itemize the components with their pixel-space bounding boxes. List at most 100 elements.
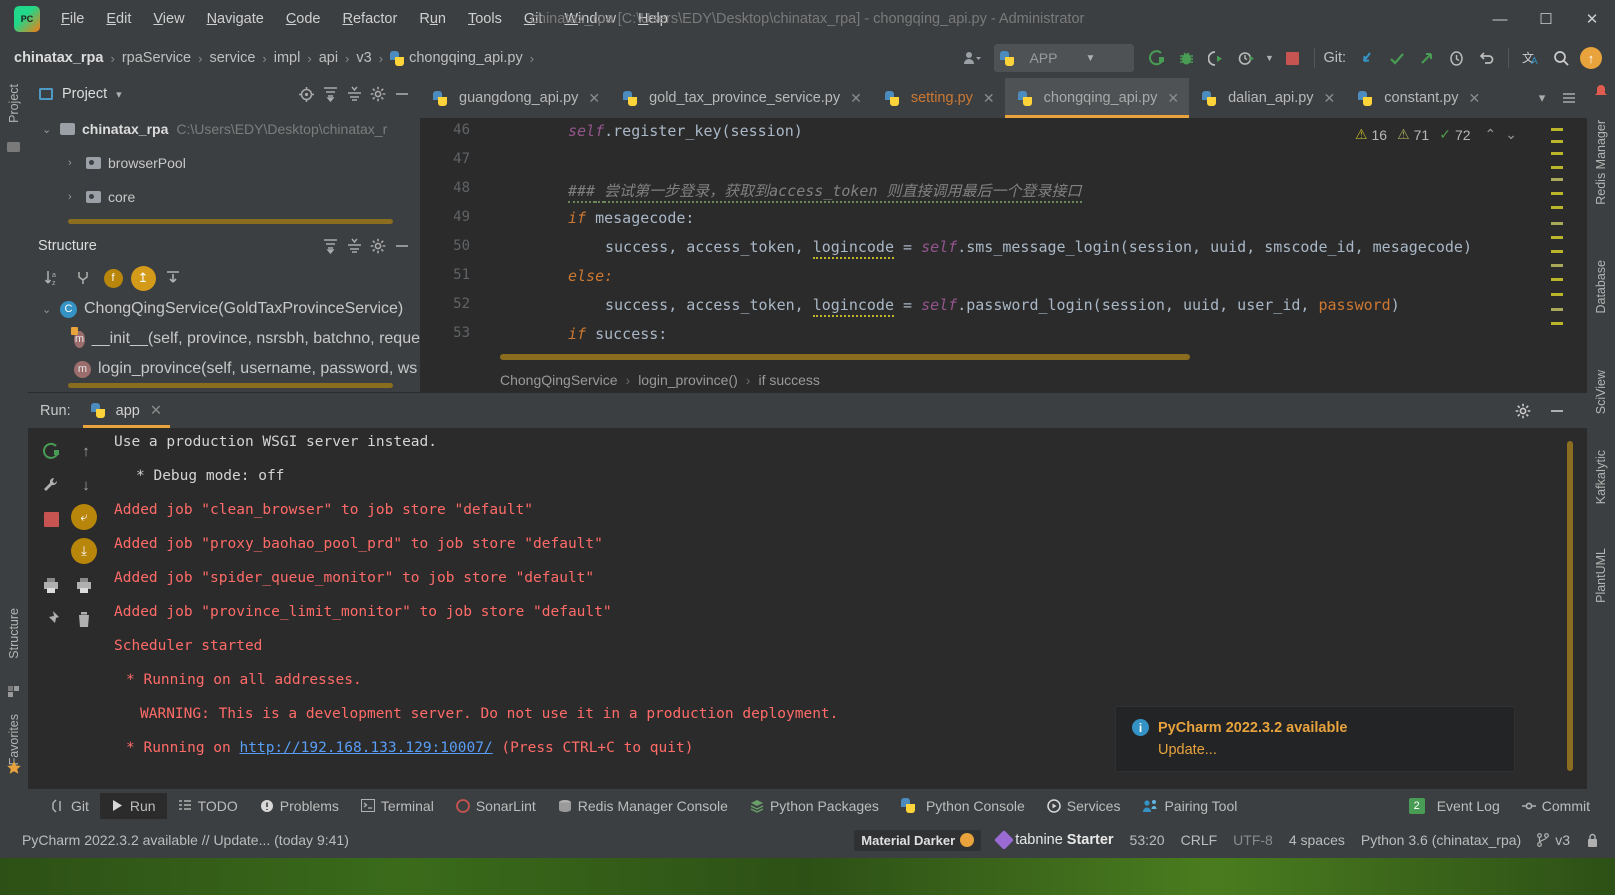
trash-icon[interactable] [71, 606, 97, 632]
user-profile-icon[interactable] [958, 44, 986, 72]
rollback-icon[interactable] [1472, 44, 1500, 72]
stripe-item-kafkalytic[interactable]: KafkaIytic [1594, 450, 1608, 504]
console-vertical-scrollbar[interactable] [1567, 441, 1573, 771]
stripe-item-structure[interactable]: Structure [7, 608, 21, 659]
collapse-all-icon[interactable] [342, 82, 366, 106]
editor-scrollbar-marks[interactable] [1549, 118, 1563, 393]
show-inherited-icon[interactable] [70, 266, 96, 290]
tool-window-services[interactable]: Services [1036, 793, 1132, 819]
up-arrow-icon[interactable]: ↑ [73, 438, 99, 464]
breadcrumb-item-0[interactable]: chinatax_rpa [14, 50, 103, 66]
run-with-coverage-icon[interactable] [1202, 44, 1230, 72]
editor-tab-chongqing-api[interactable]: chongqing_api.py ✕ [1004, 78, 1190, 118]
scroll-from-source-icon[interactable] [160, 266, 186, 290]
stripe-item-database[interactable]: Database [1594, 260, 1608, 314]
stripe-item-plantuml[interactable]: PlantUML [1594, 548, 1608, 603]
close-icon[interactable]: ✕ [1167, 90, 1179, 107]
editor-breadcrumb-item-1[interactable]: login_province() [638, 372, 738, 388]
lock-icon[interactable] [1586, 833, 1599, 848]
theme-indicator[interactable]: Material Darker [854, 829, 982, 851]
wrench-icon[interactable] [38, 472, 64, 498]
status-message[interactable]: PyCharm 2022.3.2 available // Update... … [22, 832, 349, 848]
chevron-right-icon[interactable]: › [68, 191, 86, 203]
breadcrumb-item-5[interactable]: v3 [356, 50, 371, 66]
file-encoding[interactable]: UTF-8 [1233, 832, 1273, 848]
gear-icon[interactable] [366, 234, 390, 258]
commit-icon[interactable] [6, 140, 22, 156]
breadcrumb-item-3[interactable]: impl [274, 50, 301, 66]
expand-all-icon[interactable] [318, 82, 342, 106]
profiler-dropdown-icon[interactable]: ▼ [1262, 44, 1276, 72]
structure-item-chongqingservice[interactable]: ⌄ C ChongQingService(GoldTaxProvinceServ… [28, 294, 420, 324]
tool-window-todo[interactable]: TODO [167, 793, 249, 819]
history-clock-icon[interactable] [1442, 44, 1470, 72]
editor-tab-dalian-api[interactable]: dalian_api.py ✕ [1189, 78, 1345, 118]
code-editor[interactable]: 46 47 48 49 50 51 52 53 self.register_ke… [420, 118, 1587, 393]
stripe-item-redis-manager[interactable]: Redis Manager [1594, 120, 1608, 205]
editor-tab-setting[interactable]: setting.py ✕ [872, 78, 1005, 118]
tool-window-python-packages[interactable]: Python Packages [739, 793, 890, 819]
tool-window-python-console[interactable]: Python Console [890, 793, 1036, 819]
maximize-button[interactable]: ☐ [1523, 0, 1569, 38]
tool-window-event-log[interactable]: 2 Event Log [1398, 793, 1511, 819]
project-horizontal-scrollbar[interactable] [68, 219, 393, 224]
chevron-down-icon[interactable]: ⌄ [42, 123, 60, 136]
close-icon[interactable]: ✕ [1468, 90, 1480, 107]
run-configuration-selector[interactable]: APP ▼ [994, 44, 1135, 72]
menu-navigate[interactable]: Navigate [196, 7, 275, 31]
server-url-link[interactable]: http://192.168.133.129:10007/ [240, 740, 493, 756]
down-arrow-icon[interactable]: ↓ [73, 472, 99, 498]
close-icon[interactable]: ✕ [983, 90, 995, 107]
menu-file[interactable]: File [50, 7, 95, 31]
menu-refactor[interactable]: Refactor [332, 7, 409, 31]
breadcrumb-item-1[interactable]: rpaService [122, 50, 191, 66]
editor-breadcrumb-item-2[interactable]: if success [758, 372, 819, 388]
show-fields-icon[interactable]: f [100, 266, 126, 290]
editor-tab-constant[interactable]: constant.py ✕ [1345, 78, 1490, 118]
structure-item-login-province[interactable]: m login_province(self, username, passwor… [28, 354, 420, 384]
tool-window-pairing-tool[interactable]: Pairing Tool [1131, 793, 1248, 819]
prev-problem-icon[interactable]: ⌃ [1485, 126, 1497, 143]
line-separator[interactable]: CRLF [1181, 832, 1218, 848]
chevron-down-icon[interactable]: ⌄ [42, 303, 60, 316]
translate-icon[interactable]: 文A [1517, 44, 1545, 72]
tool-window-commit[interactable]: Commit [1511, 793, 1601, 819]
editor-gutter[interactable]: 46 47 48 49 50 51 52 53 [420, 118, 478, 393]
close-icon[interactable]: ✕ [150, 403, 162, 419]
expand-all-icon[interactable] [318, 234, 342, 258]
stripe-item-sciview[interactable]: SciView [1594, 370, 1608, 414]
chevron-down-icon[interactable]: ▼ [1085, 53, 1095, 64]
indent-setting[interactable]: 4 spaces [1289, 832, 1345, 848]
caret-position[interactable]: 53:20 [1130, 832, 1165, 848]
rerun-icon[interactable] [38, 438, 64, 464]
notification-action-link[interactable]: Update... [1158, 742, 1498, 758]
push-arrow-icon[interactable] [1412, 44, 1440, 72]
stripe-item-favorites[interactable]: Favorites [7, 714, 21, 765]
print-icon-2[interactable] [71, 572, 97, 598]
breadcrumb-item-2[interactable]: service [209, 50, 255, 66]
debug-icon[interactable] [1172, 44, 1200, 72]
chevron-right-icon[interactable]: › [68, 157, 86, 169]
tool-window-redis-manager-console[interactable]: Redis Manager Console [547, 793, 739, 819]
close-icon[interactable]: ✕ [850, 90, 862, 107]
search-everywhere-icon[interactable] [1547, 44, 1575, 72]
inspection-widget[interactable]: ⚠ 16 ⚠ 71 ✓ 72 ⌃ ⌄ [1355, 126, 1517, 143]
close-icon[interactable]: ✕ [1324, 90, 1336, 107]
tree-item-chinatax-rpa[interactable]: ⌄ chinatax_rpa C:\Users\EDY\Desktop\chin… [28, 112, 420, 146]
structure-item-init[interactable]: m __init__(self, province, nsrsbh, batch… [28, 324, 420, 354]
python-interpreter[interactable]: Python 3.6 (chinatax_rpa) [1361, 832, 1521, 848]
run-tab-app[interactable]: app ✕ [82, 393, 171, 428]
chevron-down-icon[interactable]: ▾ [116, 88, 122, 101]
editor-tab-gold-tax-province-service[interactable]: gold_tax_province_service.py ✕ [610, 78, 872, 118]
pin-icon[interactable] [38, 606, 64, 632]
tool-window-git[interactable]: Git [40, 793, 100, 819]
tool-window-sonarlint[interactable]: SonarLint [445, 793, 547, 819]
profiler-icon[interactable] [1232, 44, 1260, 72]
locate-file-icon[interactable] [294, 82, 318, 106]
breadcrumb-item-6[interactable]: chongqing_api.py [409, 50, 523, 66]
pull-requests-icon[interactable] [6, 684, 22, 700]
editor-breadcrumb-item-0[interactable]: ChongQingService [500, 372, 618, 388]
hide-panel-icon[interactable] [1545, 399, 1569, 423]
stop-icon[interactable] [38, 506, 64, 532]
menu-edit[interactable]: Edit [95, 7, 142, 31]
